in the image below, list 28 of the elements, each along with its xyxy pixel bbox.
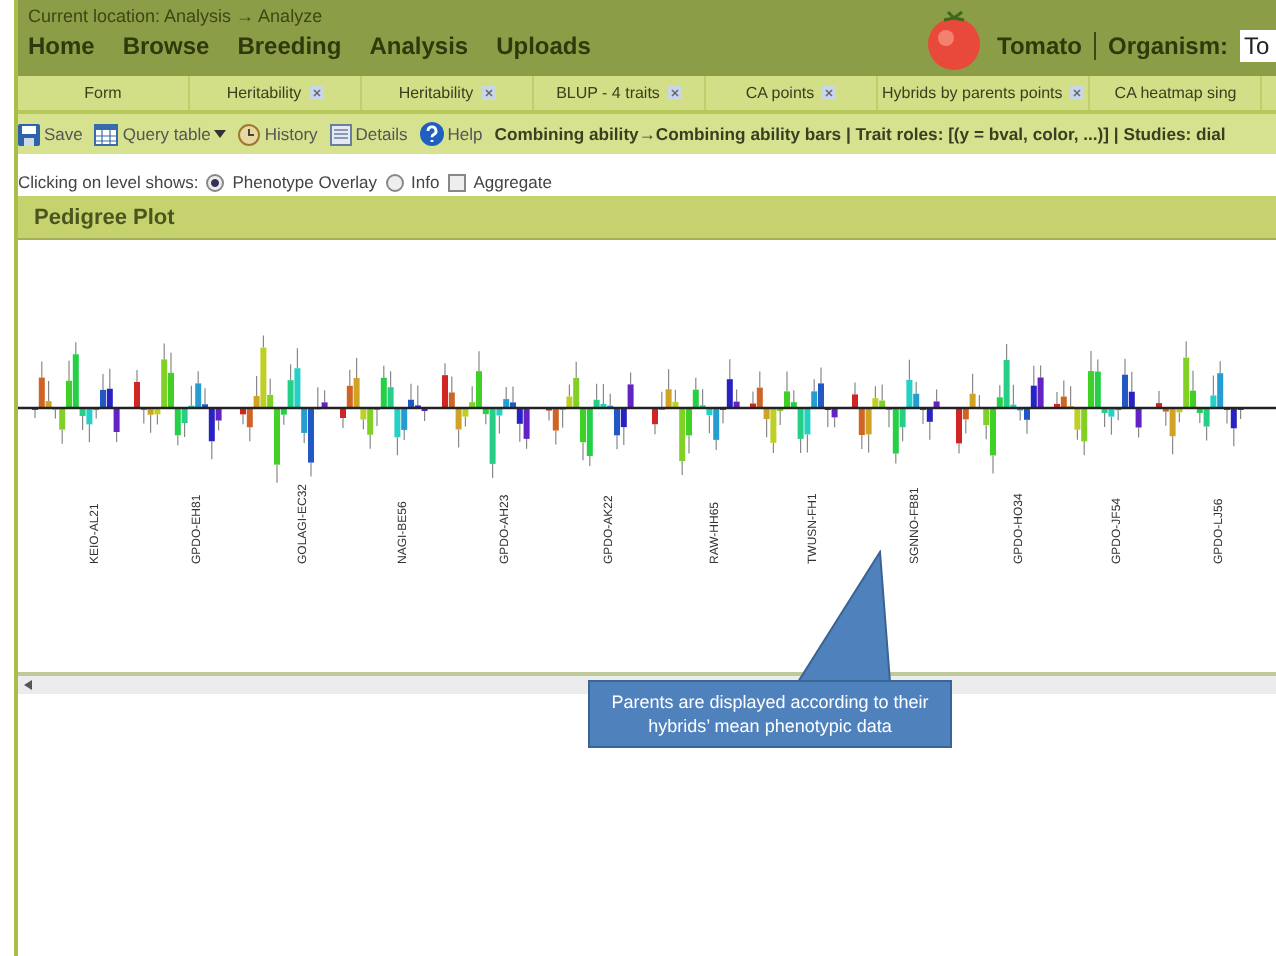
tab[interactable]: CA heatmap sing [1090, 76, 1263, 110]
nav-link[interactable]: Breeding [237, 32, 342, 60]
panel-title: Pedigree Plot [34, 205, 175, 229]
toolbar-button[interactable]: Help [419, 122, 483, 146]
tab[interactable]: BLUP - 4 traits [534, 76, 706, 110]
tab[interactable]: CA points [706, 76, 878, 110]
nav-link[interactable]: Browse [122, 32, 210, 60]
organism-name: Tomato [997, 32, 1096, 60]
tab[interactable]: Form [18, 76, 190, 110]
tab[interactable]: Heritability [362, 76, 534, 110]
tab[interactable]: Heritability [190, 76, 362, 110]
tab[interactable]: Hybrids by parents points [878, 76, 1091, 110]
current-location: Current location: Analysis → Analyze [28, 6, 325, 26]
option-text: Info [411, 172, 440, 192]
toolbar-button[interactable]: Query table [94, 123, 227, 145]
callout: Parents are displayed according to their hybrids’ mean phenotypic data [588, 680, 952, 748]
option-text: Aggregate [473, 172, 552, 192]
nav-link[interactable]: Analysis [369, 32, 469, 60]
breadcrumb: Combining ability→Combining ability bars | Trait roles: [(y = bval, color, ...)] | Studies: dial [494, 124, 1226, 144]
organism-label: Organism: [1107, 32, 1228, 60]
option-text: Phenotype Overlay [232, 172, 378, 192]
toolbar-button[interactable]: Save [18, 123, 83, 145]
nav-link[interactable]: Home [28, 32, 95, 60]
organism-field[interactable]: To [1240, 30, 1276, 62]
toolbar-button[interactable]: Details [329, 123, 408, 145]
nav-link[interactable]: Uploads [496, 32, 591, 60]
option-label: Clicking on level shows: [18, 172, 199, 192]
toolbar-button[interactable]: History [238, 123, 318, 145]
